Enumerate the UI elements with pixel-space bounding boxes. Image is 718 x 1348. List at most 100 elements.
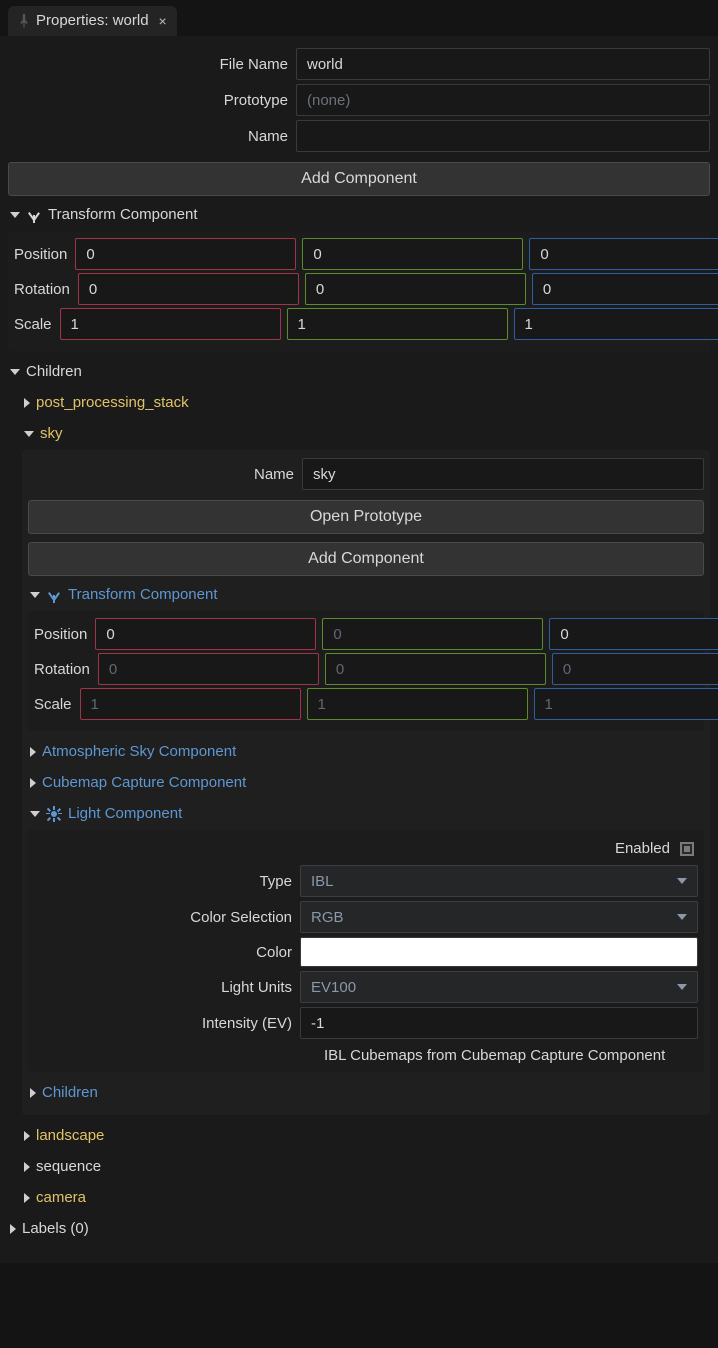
sky-scale-y[interactable]: [307, 688, 528, 720]
sky-scale-z[interactable]: [534, 688, 718, 720]
units-value: EV100: [311, 979, 356, 996]
chevron-right-icon: [24, 1162, 30, 1172]
sky-position-z[interactable]: [549, 618, 718, 650]
chevron-right-icon: [30, 747, 36, 757]
sky-name-label: Name: [28, 466, 296, 483]
chevron-right-icon: [24, 1193, 30, 1203]
chevron-down-icon: [24, 431, 34, 437]
colorsel-value: RGB: [311, 909, 344, 926]
color-label: Color: [34, 944, 294, 961]
intensity-input[interactable]: [300, 1007, 698, 1039]
child-sky[interactable]: sky: [22, 417, 710, 448]
tab-title: Properties: world: [36, 12, 149, 29]
rotation-x[interactable]: [78, 273, 299, 305]
sky-transform-header[interactable]: Transform Component: [28, 578, 704, 609]
position-y[interactable]: [302, 238, 523, 270]
position-label: Position: [34, 626, 89, 643]
tab-properties[interactable]: Properties: world ×: [8, 6, 177, 36]
child-post-processing[interactable]: post_processing_stack: [22, 386, 710, 417]
atmospheric-sky-header[interactable]: Atmospheric Sky Component: [28, 735, 704, 766]
chevron-down-icon: [10, 369, 20, 375]
colorsel-label: Color Selection: [34, 909, 294, 926]
color-selection-select[interactable]: RGB: [300, 901, 698, 933]
sky-name-input[interactable]: [302, 458, 704, 490]
chevron-down-icon: [677, 878, 687, 884]
cubemap-title: Cubemap Capture Component: [42, 774, 246, 791]
sky-transform-title: Transform Component: [68, 586, 218, 603]
child-label: post_processing_stack: [36, 394, 189, 411]
chevron-down-icon: [30, 592, 40, 598]
position-z[interactable]: [529, 238, 718, 270]
sky-children-title: Children: [42, 1084, 98, 1101]
sky-add-component-button[interactable]: Add Component: [28, 542, 704, 576]
prototype-label: Prototype: [8, 92, 290, 109]
scale-x[interactable]: [60, 308, 281, 340]
chevron-down-icon: [30, 811, 40, 817]
type-label: Type: [34, 873, 294, 890]
light-units-select[interactable]: EV100: [300, 971, 698, 1003]
scale-z[interactable]: [514, 308, 718, 340]
child-label: landscape: [36, 1127, 104, 1144]
sky-transform-panel: Position Rotation Scale: [28, 611, 704, 731]
add-component-button[interactable]: Add Component: [8, 162, 710, 196]
properties-panel: File Name Prototype Name Add Component T…: [0, 36, 718, 1263]
type-value: IBL: [311, 873, 334, 890]
transform-panel: Position Rotation Scale: [8, 231, 710, 351]
cubemap-capture-header[interactable]: Cubemap Capture Component: [28, 766, 704, 797]
scale-label: Scale: [14, 316, 54, 333]
scale-label: Scale: [34, 696, 74, 713]
child-label: camera: [36, 1189, 86, 1206]
child-landscape[interactable]: landscape: [22, 1119, 710, 1150]
intensity-label: Intensity (EV): [34, 1015, 294, 1032]
sky-rotation-y[interactable]: [325, 653, 546, 685]
sky-children-header[interactable]: Children: [28, 1076, 704, 1107]
color-swatch[interactable]: [300, 937, 698, 967]
sky-position-y[interactable]: [322, 618, 543, 650]
prototype-input[interactable]: [296, 84, 710, 116]
chevron-right-icon: [24, 1131, 30, 1141]
type-select[interactable]: IBL: [300, 865, 698, 897]
chevron-right-icon: [30, 778, 36, 788]
light-component-header[interactable]: Light Component: [28, 797, 704, 828]
chevron-right-icon: [10, 1224, 16, 1234]
ibl-note: IBL Cubemaps from Cubemap Capture Compon…: [324, 1047, 665, 1064]
child-camera[interactable]: camera: [22, 1181, 710, 1212]
rotation-y[interactable]: [305, 273, 526, 305]
chevron-right-icon: [24, 398, 30, 408]
labels-header[interactable]: Labels (0): [8, 1212, 710, 1243]
name-input[interactable]: [296, 120, 710, 152]
child-sequence[interactable]: sequence: [22, 1150, 710, 1181]
chevron-right-icon: [30, 1088, 36, 1098]
rotation-label: Rotation: [34, 661, 92, 678]
open-prototype-button[interactable]: Open Prototype: [28, 500, 704, 534]
transform-header[interactable]: Transform Component: [8, 198, 710, 229]
transform-title: Transform Component: [48, 206, 198, 223]
rotation-label: Rotation: [14, 281, 72, 298]
sky-rotation-z[interactable]: [552, 653, 718, 685]
sky-scale-x[interactable]: [80, 688, 301, 720]
light-panel: Enabled Type IBL Color Selection RGB: [28, 830, 704, 1072]
close-icon[interactable]: ×: [159, 13, 167, 29]
children-header[interactable]: Children: [8, 355, 710, 386]
tab-bar: Properties: world ×: [0, 0, 718, 36]
properties-icon: [18, 14, 30, 28]
sky-panel: Name Open Prototype Add Component Transf…: [22, 450, 710, 1115]
file-name-input[interactable]: [296, 48, 710, 80]
axis-icon: [26, 207, 42, 223]
labels-title: Labels (0): [22, 1220, 89, 1237]
sky-rotation-x[interactable]: [98, 653, 319, 685]
scale-y[interactable]: [287, 308, 508, 340]
file-name-label: File Name: [8, 56, 290, 73]
position-label: Position: [14, 246, 69, 263]
name-label: Name: [8, 128, 290, 145]
sky-position-x[interactable]: [95, 618, 316, 650]
chevron-down-icon: [677, 914, 687, 920]
child-label: sequence: [36, 1158, 101, 1175]
rotation-z[interactable]: [532, 273, 718, 305]
units-label: Light Units: [34, 979, 294, 996]
chevron-down-icon: [677, 984, 687, 990]
position-x[interactable]: [75, 238, 296, 270]
enabled-checkbox[interactable]: [680, 842, 694, 856]
chevron-down-icon: [10, 212, 20, 218]
atmos-title: Atmospheric Sky Component: [42, 743, 236, 760]
